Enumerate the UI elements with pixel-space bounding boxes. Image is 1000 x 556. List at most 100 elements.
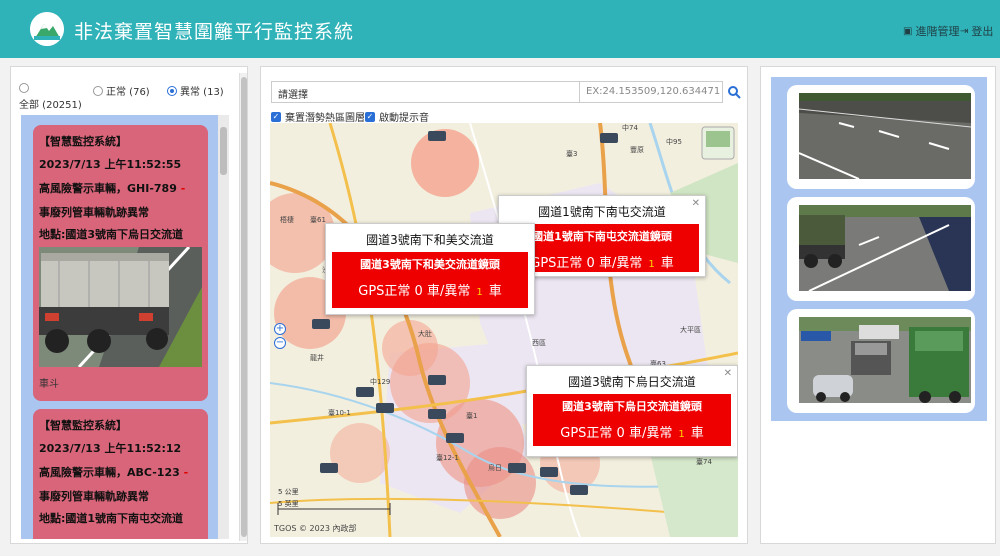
map-panel: 請選擇 EX:24.153509,120.634471 ✓ 棄置潛勢熱區圖層 ✓…	[260, 66, 748, 544]
alert-plate-suffix: -	[179, 466, 189, 479]
road-label: 臺3	[566, 150, 578, 158]
popup-title: 國道3號南下烏日交流道	[568, 375, 696, 389]
alert-system: 【智慧監控系統】	[39, 419, 127, 432]
alert-plate: ABC-123	[127, 466, 180, 479]
radio-abnormal[interactable]	[167, 85, 177, 96]
map-credit: TGOS © 2023 內政部	[274, 524, 357, 533]
map-base	[270, 123, 738, 537]
truck-photo	[39, 247, 202, 367]
popup-gps-status: GPS正常 0 車/異常 1 車	[332, 280, 528, 299]
road-label: 中74	[622, 124, 638, 132]
camera-feed-list	[771, 77, 987, 421]
alert-vehicle: 高風險警示車輛，ABC-123 -	[39, 464, 188, 480]
road-label: 臺74	[696, 458, 712, 466]
alert-vehicle: 高風險警示車輛，GHI-789 -	[39, 180, 185, 196]
alert-vehicle-prefix: 高風險警示車輛，	[39, 182, 127, 195]
alert-location: 地點:國道1號南下南屯交流道	[39, 512, 184, 525]
panel-scrollbar[interactable]	[239, 73, 247, 541]
radio-all[interactable]	[19, 83, 29, 93]
app-header: 非法棄置智慧圍籬平行監控系統 ▣ 進階管理 ⇥ 登出	[0, 0, 1000, 58]
place-label: 梧棲	[280, 216, 294, 224]
road-label: 中129	[370, 378, 391, 386]
camera-popup[interactable]: 國道3號南下和美交流道 國道3號南下和美交流道鏡頭 GPS正常 0 車/異常 1 車	[325, 223, 535, 315]
admin-label: 進階管理	[915, 25, 960, 38]
camera-image	[799, 205, 971, 291]
alert-card[interactable]: 【智慧監控系統】 2023/7/13 上午11:52:55 高風險警示車輛，GH…	[33, 125, 208, 401]
abnormal-count: 1	[476, 287, 483, 298]
alert-plate: GHI-789	[127, 182, 177, 195]
broken-image-alt: 車斗	[39, 379, 59, 390]
place-label: 西區	[532, 339, 546, 347]
alert-list[interactable]: 【智慧監控系統】 2023/7/13 上午11:52:55 高風險警示車輛，GH…	[21, 115, 229, 539]
place-label: 豐原	[630, 146, 644, 154]
alert-list-scrollbar[interactable]	[218, 115, 229, 539]
place-label: 烏日	[488, 464, 502, 472]
map-canvas[interactable]: 大肚 烏日 西區 大平區 豐原 沙鹿 龍井 梧棲 中74 臺3 中95 臺63 …	[270, 123, 738, 537]
alert-location: 地點:國道3號南下烏日交流道	[39, 228, 184, 241]
admin-link[interactable]: ▣ 進階管理	[903, 23, 959, 39]
logout-label: 登出	[971, 25, 994, 38]
place-label: 大肚	[418, 330, 432, 338]
filter-normal[interactable]: 正常 (76)	[93, 83, 150, 98]
filter-all-radio[interactable]	[19, 83, 29, 93]
location-select[interactable]: 請選擇	[271, 81, 581, 103]
sound-toggle[interactable]: ✓ 啟動提示音	[365, 109, 429, 124]
alert-event: 事廢列管車輛軌跡異常	[39, 206, 149, 219]
radio-normal[interactable]	[93, 85, 103, 96]
heatmap-checkbox[interactable]: ✓	[271, 111, 281, 122]
camera-image	[799, 317, 971, 403]
search-icon[interactable]	[727, 85, 741, 99]
road-label: 臺10-1	[328, 409, 351, 417]
alert-card[interactable]: 【智慧監控系統】 2023/7/13 上午11:52:12 高風險警示車輛，AB…	[33, 409, 208, 539]
gps-prefix: GPS正常 0 車/異常	[560, 426, 673, 441]
alert-list-scroll-thumb[interactable]	[220, 127, 227, 175]
alert-plate-suffix: -	[176, 182, 186, 195]
logout-icon: ⇥	[960, 25, 969, 37]
sound-label: 啟動提示音	[379, 113, 429, 124]
gps-suffix: 車	[488, 284, 502, 299]
road-label: 臺12-1	[436, 454, 459, 462]
camera-feed[interactable]	[787, 85, 975, 189]
popup-camera-name: 國道3號南下和美交流道鏡頭	[360, 258, 500, 271]
camera-popup[interactable]: 國道3號南下烏日交流道 ✕ 國道3號南下烏日交流道鏡頭 GPS正常 0 車/異常…	[526, 365, 738, 457]
logout-link[interactable]: ⇥ 登出	[960, 23, 993, 39]
popup-gps-status: GPS正常 0 車/異常 1 車	[533, 422, 731, 441]
heatmap-label: 棄置潛勢熱區圖層	[285, 113, 365, 124]
popup-status-box: 國道3號南下和美交流道鏡頭 GPS正常 0 車/異常 1 車	[332, 252, 528, 308]
app-logo	[30, 12, 64, 46]
scale-label-small: 5 公里	[278, 488, 299, 496]
abnormal-count: 1	[648, 259, 655, 270]
filter-abnormal[interactable]: 異常 (13)	[167, 83, 224, 98]
road-label: 中95	[666, 138, 682, 146]
filter-all-label: 全部 (20251)	[19, 100, 82, 111]
alert-list-panel: 全部 (20251) 正常 (76) 異常 (13) 【智慧監控系統】 2023…	[10, 66, 248, 544]
gps-suffix: 車	[690, 426, 704, 441]
camera-image	[799, 93, 971, 179]
popup-title: 國道1號南下南屯交流道	[538, 205, 666, 219]
gps-prefix: GPS正常 0 車/異常	[358, 284, 471, 299]
place-label: 大平區	[680, 326, 701, 334]
zoom-in-button[interactable]: +	[274, 323, 286, 335]
place-label: 龍井	[310, 354, 324, 362]
alert-vehicle-prefix: 高風險警示車輛，	[39, 466, 127, 479]
alert-event: 事廢列管車輛軌跡異常	[39, 490, 149, 503]
zoom-out-button[interactable]: −	[274, 337, 286, 349]
popup-close-icon[interactable]: ✕	[724, 368, 732, 379]
road-label: 臺61	[310, 216, 326, 224]
sound-checkbox[interactable]: ✓	[365, 111, 375, 122]
camera-feed-panel	[760, 66, 996, 544]
road-label: 臺1	[466, 412, 478, 420]
heatmap-toggle[interactable]: ✓ 棄置潛勢熱區圖層	[271, 109, 365, 124]
alert-time: 2023/7/13 上午11:52:55	[39, 158, 182, 171]
popup-status-box: 國道3號南下烏日交流道鏡頭 GPS正常 0 車/異常 1 車	[533, 394, 731, 446]
popup-close-icon[interactable]: ✕	[692, 198, 700, 209]
scale-label-large: 5 英里	[278, 500, 299, 508]
popup-camera-name: 國道3號南下烏日交流道鏡頭	[562, 400, 702, 413]
alert-time: 2023/7/13 上午11:52:12	[39, 442, 182, 455]
camera-feed[interactable]	[787, 309, 975, 413]
alert-system: 【智慧監控系統】	[39, 135, 127, 148]
camera-feed[interactable]	[787, 197, 975, 301]
gps-prefix: GPS正常 0 車/異常	[530, 256, 643, 271]
coordinate-input[interactable]: EX:24.153509,120.634471	[579, 81, 723, 103]
panel-scroll-thumb[interactable]	[241, 77, 247, 537]
